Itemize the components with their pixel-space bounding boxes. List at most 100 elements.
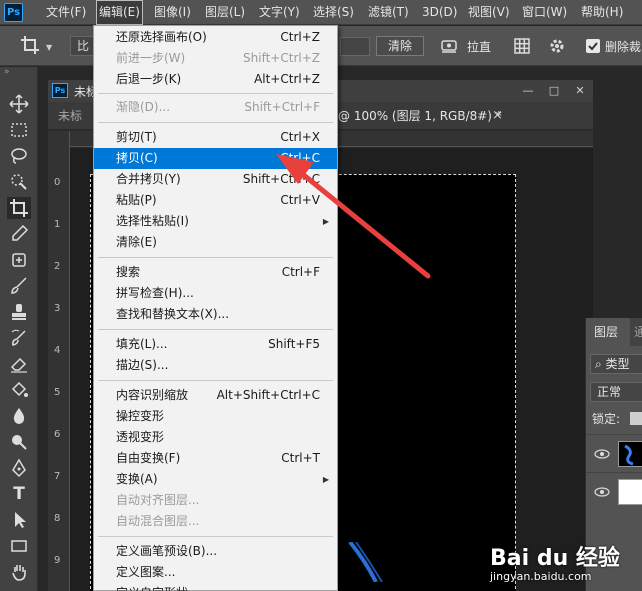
lock-transparent-icon[interactable] (630, 412, 642, 425)
eye-icon[interactable] (594, 484, 610, 500)
menu-item-step-forward[interactable]: 前进一步(W) Shift+Ctrl+Z (94, 48, 337, 69)
search-icon: ⌕ (595, 357, 606, 371)
tool-panel: » T (0, 67, 38, 591)
hand-tool-icon[interactable] (7, 561, 31, 583)
dodge-tool-icon[interactable] (7, 431, 31, 453)
menu-item-spell-check[interactable]: 拼写检查(H)... (94, 283, 337, 304)
menu-item-content-aware-scale[interactable]: 内容识别缩放 Alt+Shift+Ctrl+C (94, 385, 337, 406)
submenu-arrow-icon: ▶ (322, 217, 329, 226)
layer-thumbnail (618, 479, 642, 505)
close-tab-icon[interactable]: × (492, 102, 503, 130)
menu-select[interactable]: 选择(S) (313, 0, 354, 25)
menu-item-fade[interactable]: 渐隐(D)... Shift+Ctrl+F (94, 97, 337, 118)
photoshop-logo-icon: Ps (52, 83, 68, 98)
path-selection-tool-icon[interactable] (7, 509, 31, 531)
tab-active-document[interactable]: @ 100% (图层 1, RGB/8#) * (338, 102, 502, 130)
eye-icon[interactable] (594, 446, 610, 462)
clear-button[interactable]: 清除 (376, 36, 424, 56)
layers-panel-tabs: 图层 通 (586, 318, 642, 346)
submenu-arrow-icon: ▶ (322, 475, 329, 484)
tab-channels[interactable]: 通 (634, 318, 642, 346)
menu-view[interactable]: 视图(V) (468, 0, 510, 25)
chevron-down-icon[interactable]: ▼ (46, 43, 52, 52)
menu-item-paste-special[interactable]: 选择性粘贴(I) ▶ (94, 211, 337, 232)
menu-item-paste[interactable]: 粘贴(P) Ctrl+V (94, 190, 337, 211)
menu-item-transform[interactable]: 变换(A) ▶ (94, 469, 337, 490)
eyedropper-tool-icon[interactable] (7, 223, 31, 245)
delete-cropped-label[interactable]: 删除裁 (605, 38, 641, 55)
menu-item-auto-align[interactable]: 自动对齐图层... (94, 490, 337, 511)
grid-overlay-icon[interactable] (513, 37, 531, 55)
blur-tool-icon[interactable] (7, 405, 31, 427)
layer-thumbnail (618, 441, 642, 467)
crop-tool-icon[interactable] (20, 35, 42, 57)
marquee-tool-icon[interactable] (7, 119, 31, 141)
blend-mode-select[interactable]: 正常 (590, 382, 642, 402)
ratio-value-input[interactable] (340, 37, 370, 56)
ruler-number: 5 (54, 387, 61, 398)
ruler-number: 9 (54, 555, 61, 566)
menu-item-define-shape[interactable]: 定义自定形状... (94, 583, 337, 591)
ratio-select[interactable]: 比 (70, 36, 94, 56)
healing-brush-tool-icon[interactable] (7, 249, 31, 271)
move-tool-icon[interactable] (7, 93, 31, 115)
menu-separator (98, 257, 333, 258)
lasso-tool-icon[interactable] (7, 145, 31, 167)
clone-stamp-tool-icon[interactable] (7, 301, 31, 323)
crop-tool-icon[interactable] (7, 197, 31, 219)
straighten-label[interactable]: 拉直 (467, 38, 491, 55)
menu-item-auto-blend[interactable]: 自动混合图层... (94, 511, 337, 532)
gear-icon[interactable] (548, 37, 566, 55)
tab-layers[interactable]: 图层 (586, 318, 630, 346)
menu-type[interactable]: 文字(Y) (259, 0, 300, 25)
menu-edit[interactable]: 编辑(E) (96, 0, 143, 25)
layer-filter-select[interactable]: ⌕ 类型 (590, 354, 642, 374)
ruler-number: 2 (54, 261, 61, 272)
menu-item-copy[interactable]: 拷贝(C) Ctrl+C (94, 148, 337, 169)
menu-item-free-transform[interactable]: 自由变换(F) Ctrl+T (94, 448, 337, 469)
collapse-panel-icon[interactable]: » (4, 67, 10, 77)
layer-row[interactable] (586, 434, 642, 472)
ruler-number: 7 (54, 471, 61, 482)
ruler-number: 8 (54, 513, 61, 524)
minimize-icon[interactable]: — (518, 83, 538, 99)
history-brush-tool-icon[interactable] (7, 327, 31, 349)
menu-item-fill[interactable]: 填充(L)... Shift+F5 (94, 334, 337, 355)
photoshop-logo-icon: Ps (4, 3, 23, 22)
menu-image[interactable]: 图像(I) (154, 0, 191, 25)
eraser-tool-icon[interactable] (7, 353, 31, 375)
menu-filter[interactable]: 滤镜(T) (368, 0, 409, 25)
straighten-icon[interactable] (440, 37, 458, 55)
layer-row[interactable] (586, 472, 642, 510)
menu-item-undo[interactable]: 还原选择画布(O) Ctrl+Z (94, 27, 337, 48)
close-icon[interactable]: ✕ (570, 83, 590, 99)
type-tool-icon[interactable]: T (7, 483, 31, 505)
layer-filter-label: 类型 (605, 357, 630, 371)
menu-layer[interactable]: 图层(L) (205, 0, 245, 25)
menu-item-find-replace[interactable]: 查找和替换文本(X)... (94, 304, 337, 325)
menu-item-cut[interactable]: 剪切(T) Ctrl+X (94, 127, 337, 148)
menu-help[interactable]: 帮助(H) (581, 0, 623, 25)
delete-cropped-checkbox[interactable] (586, 39, 600, 53)
menu-file[interactable]: 文件(F) (46, 0, 86, 25)
menu-item-perspective-warp[interactable]: 透视变形 (94, 427, 337, 448)
tab-untitled[interactable]: 未标 (58, 102, 82, 130)
maximize-icon[interactable]: □ (544, 83, 564, 99)
pen-tool-icon[interactable] (7, 457, 31, 479)
brush-tool-icon[interactable] (7, 275, 31, 297)
menu-item-stroke[interactable]: 描边(S)... (94, 355, 337, 376)
menu-item-define-brush[interactable]: 定义画笔预设(B)... (94, 541, 337, 562)
menu-item-copy-merged[interactable]: 合并拷贝(Y) Shift+Ctrl+C (94, 169, 337, 190)
menu-item-define-pattern[interactable]: 定义图案... (94, 562, 337, 583)
quick-selection-tool-icon[interactable] (7, 171, 31, 193)
edit-menu: 还原选择画布(O) Ctrl+Z 前进一步(W) Shift+Ctrl+Z 后退一步… (93, 25, 338, 591)
menu-item-puppet-warp[interactable]: 操控变形 (94, 406, 337, 427)
rectangle-tool-icon[interactable] (7, 535, 31, 557)
menu-3d[interactable]: 3D(D) (422, 0, 457, 25)
menu-window[interactable]: 窗口(W) (522, 0, 567, 25)
paint-bucket-tool-icon[interactable] (7, 379, 31, 401)
menu-item-clear[interactable]: 清除(E) (94, 232, 337, 253)
ruler-vertical: 0 1 2 3 4 5 6 7 8 9 (48, 131, 70, 591)
menu-item-step-backward[interactable]: 后退一步(K) Alt+Ctrl+Z (94, 69, 337, 90)
menu-item-search[interactable]: 搜索 Ctrl+F (94, 262, 337, 283)
